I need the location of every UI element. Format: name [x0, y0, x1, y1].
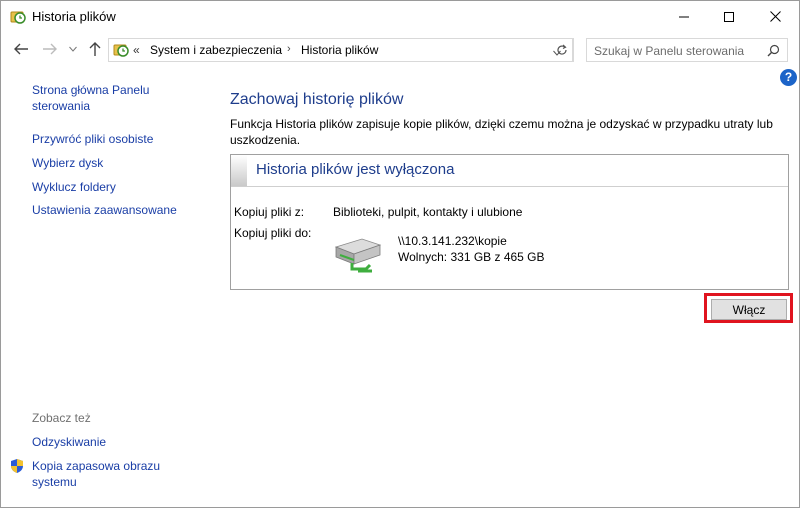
page-description: Funkcja Historia plików zapisuje kopie p… [230, 117, 773, 147]
copy-to-label: Kopiuj pliki do: [234, 226, 312, 240]
recent-dropdown-button[interactable] [64, 40, 82, 58]
breadcrumb-separator-icon[interactable]: › [287, 43, 291, 55]
page-title: Zachowaj historię plików [230, 91, 404, 108]
copy-from-value: Biblioteki, pulpit, kontakty i ulubione [333, 205, 523, 219]
breadcrumb-system-security[interactable]: System i zabezpieczenia [150, 43, 282, 57]
minimize-icon [679, 16, 689, 17]
back-button[interactable] [12, 40, 30, 58]
status-header: Historia plików jest wyłączona [231, 155, 788, 186]
search-box[interactable]: Szukaj w Panelu sterowania [586, 38, 788, 62]
sidebar-link-select-drive[interactable]: Wybierz dysk [32, 155, 103, 171]
breadcrumb-overflow[interactable]: « [133, 43, 140, 57]
breadcrumb-file-history[interactable]: Historia plików [301, 43, 378, 57]
target-drive-path: \\10.3.141.232\kopie [398, 234, 507, 248]
maximize-button[interactable] [706, 1, 752, 32]
see-also-heading: Zobacz też [32, 411, 91, 425]
address-bar[interactable]: « System i zabezpieczenia › Historia pli… [108, 38, 573, 62]
window-title: Historia plików [32, 9, 116, 24]
refresh-button[interactable] [550, 38, 574, 62]
help-button[interactable]: ? [780, 69, 797, 86]
file-history-window: Historia plików « System i zabezpieczeni… [0, 0, 800, 508]
title-bar: Historia plików [1, 1, 799, 32]
forward-button[interactable] [41, 40, 59, 58]
search-icon[interactable] [767, 44, 780, 60]
file-history-icon [10, 9, 26, 25]
uac-shield-icon [9, 458, 25, 474]
status-title: Historia plików jest wyłączona [256, 161, 455, 178]
file-history-status-panel: Historia plików jest wyłączona Kopiuj pl… [230, 154, 789, 290]
control-panel-icon [113, 42, 129, 58]
target-drive-free-space: Wolnych: 331 GB z 465 GB [398, 250, 545, 264]
status-divider [231, 186, 788, 187]
back-arrow-icon [14, 43, 28, 55]
sidebar-link-recovery[interactable]: Odzyskiwanie [32, 434, 106, 450]
sidebar-link-control-panel-home[interactable]: Strona główna Panelu sterowania [32, 82, 182, 114]
maximize-icon [724, 11, 734, 22]
sidebar-link-exclude-folders[interactable]: Wyklucz foldery [32, 179, 116, 195]
network-drive-icon [332, 233, 384, 277]
close-button[interactable] [752, 1, 798, 32]
search-input[interactable]: Szukaj w Panelu sterowania [594, 44, 744, 58]
sidebar-link-restore-files[interactable]: Przywróć pliki osobiste [32, 131, 153, 147]
sidebar-link-advanced-settings[interactable]: Ustawienia zaawansowane [32, 202, 177, 218]
navigation-bar: « System i zabezpieczenia › Historia pli… [1, 32, 799, 66]
chevron-down-icon [69, 46, 77, 52]
close-icon [769, 11, 781, 22]
minimize-button[interactable] [661, 1, 707, 32]
turn-on-button[interactable]: Włącz [711, 299, 787, 320]
sidebar-link-system-image-backup[interactable]: Kopia zapasowa obrazu systemu [32, 458, 172, 490]
forward-arrow-icon [43, 43, 57, 55]
status-indicator-bar [231, 155, 247, 186]
up-arrow-icon [89, 42, 101, 56]
refresh-icon [556, 44, 567, 55]
up-button[interactable] [86, 40, 104, 58]
copy-from-label: Kopiuj pliki z: [234, 205, 305, 219]
